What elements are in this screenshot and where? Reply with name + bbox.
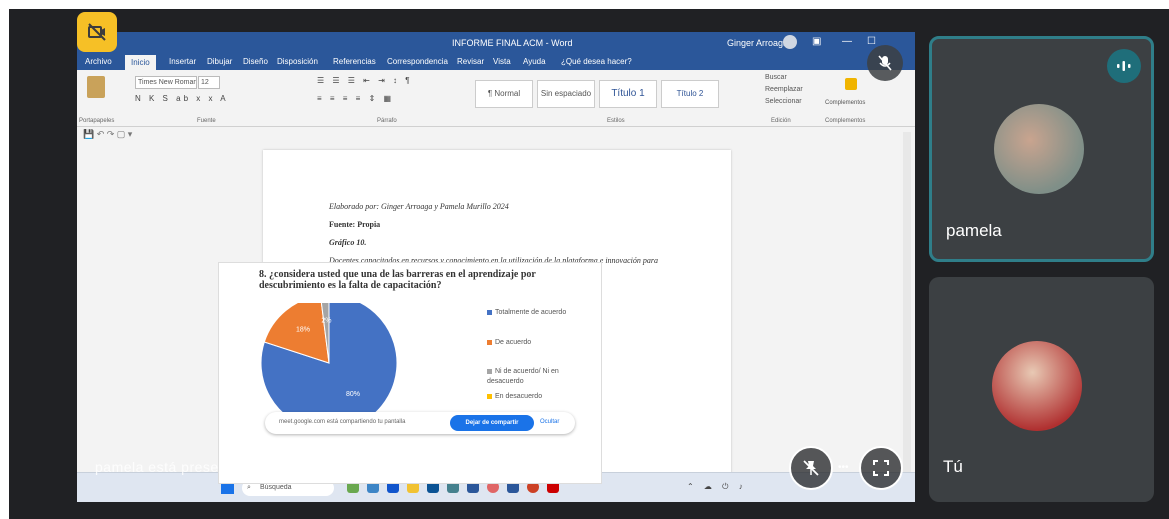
addins-button[interactable]: Complementos [825,100,865,106]
unpin-button[interactable] [789,446,833,490]
legend-label-0: Totalmente de acuerdo [495,309,567,316]
camera-off-icon [88,23,106,41]
legend-item-0: Totalmente de acuerdo [487,309,566,316]
chart-frame[interactable]: 8. ¿considera usted que una de las barre… [218,262,602,484]
participant-tile-self[interactable]: Tú [929,277,1154,502]
fullscreen-icon [873,460,889,476]
tab-archivo[interactable]: Archivo [85,57,112,66]
pie-chart: 80% 18% 2% [260,303,398,432]
tab-diseno[interactable]: Diseño [243,57,268,66]
legend-swatch-1 [487,339,492,345]
participant-name: pamela [946,221,1002,240]
minimize-icon[interactable]: — [842,36,852,47]
account-name: Ginger Arroaga [727,38,789,48]
doc-grafico: Gráfico 10. [329,238,367,247]
tab-correspondencia[interactable]: Correspondencia [387,57,448,66]
system-tray[interactable]: ⌃ ☁ ⏻ ♪ [687,482,747,492]
search-placeholder: Búsqueda [260,484,292,491]
font-name-select[interactable]: Times New Roman [135,76,197,89]
legend-swatch-3 [487,393,492,399]
tab-ayuda[interactable]: Ayuda [523,57,546,66]
legend-item-1: De acuerdo [487,339,531,346]
group-portapapeles: Portapapeles [79,118,115,124]
ribbon: Times New Roman 12 N K S ab x x A ☰ ☰ ☰ … [77,70,915,127]
replace-button[interactable]: Reemplazar [765,86,803,93]
avatar [994,104,1084,194]
legend-label-1: De acuerdo [495,339,532,346]
presenter-muted-indicator [867,45,903,81]
tab-referencias[interactable]: Referencias [333,57,376,66]
camera-off-badge [77,12,117,52]
doc-elaborado: Elaborado por: Ginger Arroaga y Pamela M… [329,202,509,211]
participant-name: Tú [943,457,963,476]
maximize-icon[interactable]: ☐ [867,36,876,47]
legend-label-3: En desacuerdo [495,393,543,400]
chart-title: 8. ¿considera usted que una de las barre… [259,269,536,291]
vertical-scrollbar[interactable] [903,132,911,472]
style-titulo-1[interactable]: Título 1 [599,80,657,108]
stop-sharing-button[interactable]: Dejar de compartir [450,415,534,431]
find-button[interactable]: Buscar [765,74,787,81]
legend-swatch-2 [487,368,492,374]
group-estilos: Estilos [607,118,625,124]
addins-icon[interactable] [845,78,857,90]
account-avatar[interactable] [783,35,797,49]
word-titlebar: INFORME FINAL ACM - Word Ginger Arroaga … [77,32,915,54]
tell-me-box[interactable]: ¿Qué desea hacer? [561,57,632,66]
tab-dibujar[interactable]: Dibujar [207,57,232,66]
screen-share-bar: meet.google.com está compartiendo tu pan… [265,412,575,434]
tab-vista[interactable]: Vista [493,57,511,66]
legend-label-2: Ni de acuerdo/ Ni en desacuerdo [487,368,559,385]
tab-inicio[interactable]: Inicio [125,55,156,70]
group-complementos: Complementos [825,118,866,124]
tab-insertar[interactable]: Insertar [169,57,196,66]
style-sin-espaciado[interactable]: Sin espaciado [537,80,595,108]
legend-item-2: Ni de acuerdo/ Ni en desacuerdo [487,367,577,387]
audio-level-icon [1117,61,1131,71]
speaking-indicator [1107,49,1141,83]
font-format-icons[interactable]: N K S ab x x A [135,94,229,103]
fullscreen-button[interactable] [859,446,903,490]
font-size-select[interactable]: 12 [198,76,220,89]
group-edicion: Edición [771,118,791,124]
ribbon-display-icon[interactable]: ▣ [812,36,821,47]
tab-disposicion[interactable]: Disposición [277,57,318,66]
pie-label-0: 80% [346,391,360,398]
select-button[interactable]: Seleccionar [765,98,802,105]
share-message: meet.google.com está compartiendo tu pan… [279,419,406,425]
quick-access-toolbar[interactable]: 💾 ↶ ↷ ▢ ▾ [83,129,132,140]
legend-swatch-0 [487,309,492,315]
avatar [992,341,1082,431]
hide-button[interactable]: Ocultar [540,419,559,425]
participant-tile-pamela[interactable]: pamela [929,36,1154,262]
style-titulo-2[interactable]: Título 2 [661,80,719,108]
ribbon-tabs: Archivo Inicio Insertar Dibujar Diseño D… [77,54,915,70]
group-fuente: Fuente [197,118,216,124]
doc-fuente: Fuente: Propia [329,220,381,229]
mic-off-icon [878,55,892,71]
presenting-label: pamela está presentando [95,459,265,475]
paragraph-icons[interactable]: ☰ ☰ ☰ ⇤ ⇥ ↕ ¶ [317,76,413,85]
tab-revisar[interactable]: Revisar [457,57,484,66]
align-icons[interactable]: ≡ ≡ ≡ ≡ ⇕ ▦ [317,94,394,103]
window-title: INFORME FINAL ACM - Word [452,38,573,48]
group-parrafo: Párrafo [377,118,397,124]
pie-label-1: 18% [296,327,310,334]
legend-item-3: En desacuerdo [487,393,542,400]
paste-icon[interactable] [87,76,105,98]
style-normal[interactable]: ¶ Normal [475,80,533,108]
more-options-icon[interactable]: ••• [838,462,850,473]
pin-off-icon [803,460,819,476]
pie-label-2: 2% [321,317,331,324]
